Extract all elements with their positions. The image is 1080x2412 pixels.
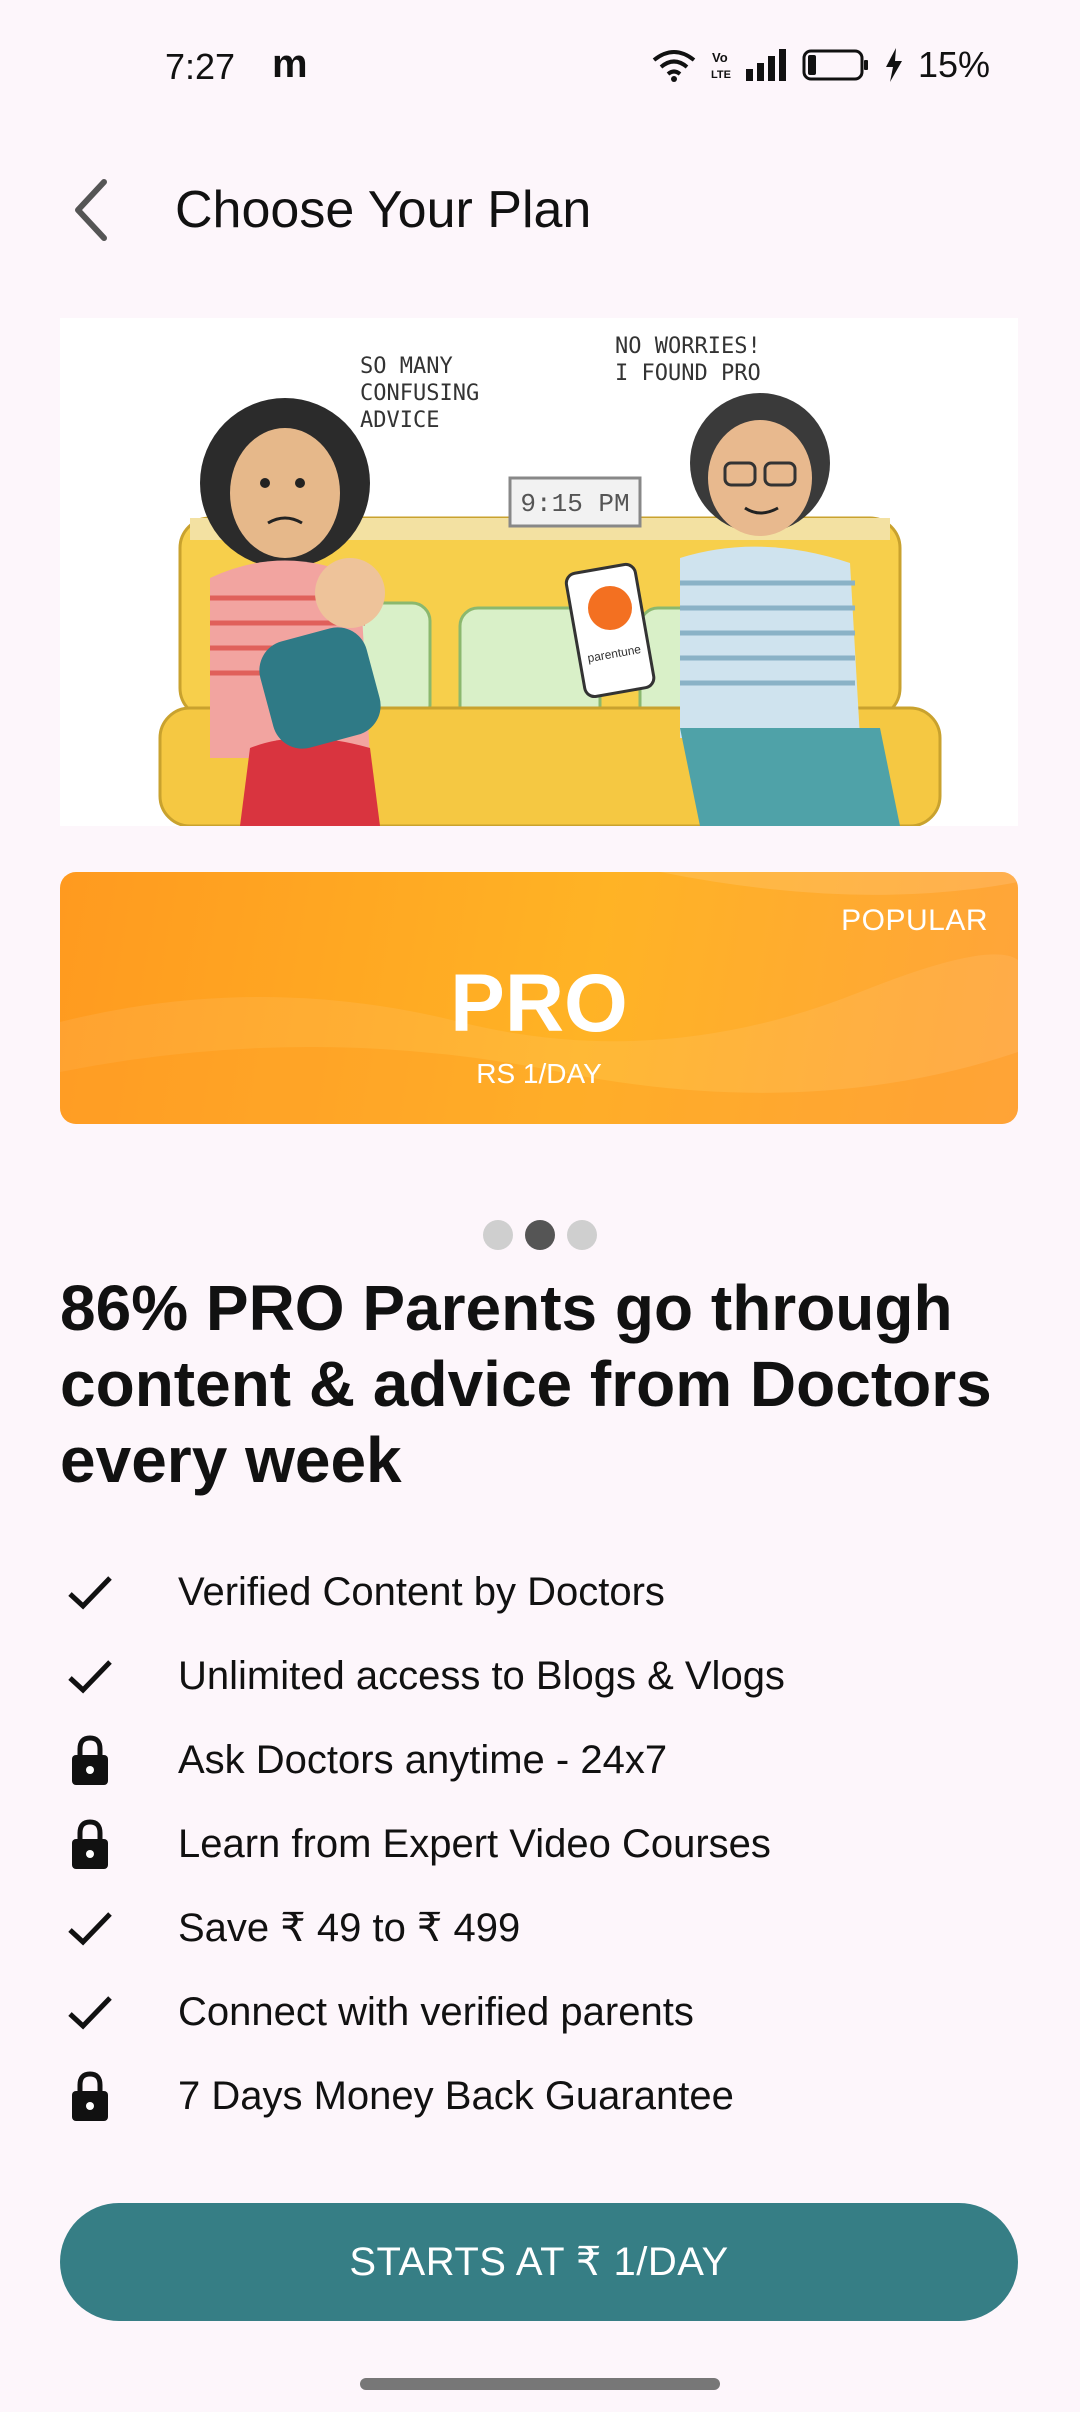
lock-icon (60, 1814, 120, 1874)
speech-left-line-3: ADVICE (360, 408, 439, 433)
check-icon (60, 1898, 120, 1958)
speech-right-line-1: NO WORRIES! (615, 334, 761, 359)
feature-item: Unlimited access to Blogs & Vlogs (60, 1634, 1020, 1718)
feature-label: Unlimited access to Blogs & Vlogs (178, 1653, 785, 1698)
page-title: Choose Your Plan (175, 181, 592, 239)
charging-icon (884, 48, 904, 82)
plan-price: RS 1/DAY (476, 1058, 602, 1089)
feature-label: Connect with verified parents (178, 1989, 694, 2034)
feature-label: 7 Days Money Back Guarantee (178, 2073, 734, 2118)
feature-item: Verified Content by Doctors (60, 1550, 1020, 1634)
feature-item: Connect with verified parents (60, 1970, 1020, 2054)
feature-list: Verified Content by Doctors Unlimited ac… (60, 1550, 1020, 2138)
clock-text: 9:15 PM (520, 489, 629, 519)
carousel-dot-3[interactable] (567, 1220, 597, 1250)
feature-item: Learn from Expert Video Courses (60, 1802, 1020, 1886)
speech-left-line-2: CONFUSING (360, 381, 479, 406)
lock-icon (60, 2066, 120, 2126)
plan-headline: 86% PRO Parents go through content & adv… (60, 1272, 992, 1496)
feature-item: Ask Doctors anytime - 24x7 (60, 1718, 1020, 1802)
top-app-bar: Choose Your Plan (0, 160, 1080, 260)
back-button[interactable] (55, 170, 125, 250)
check-icon (60, 1982, 120, 2042)
feature-item: Save ₹ 49 to ₹ 499 (60, 1886, 1020, 1970)
carousel-indicator (0, 1220, 1080, 1250)
popular-badge: POPULAR (841, 904, 988, 937)
start-plan-button[interactable]: STARTS AT ₹ 1/DAY (60, 2203, 1018, 2321)
plan-name: PRO (450, 958, 628, 1049)
chevron-left-icon (75, 179, 107, 241)
home-indicator[interactable] (360, 2378, 720, 2390)
volte-icon: Vo LTE (710, 48, 732, 82)
battery-icon (802, 49, 870, 81)
wifi-icon (652, 48, 696, 82)
status-time: 7:27 (165, 46, 236, 87)
feature-label: Verified Content by Doctors (178, 1569, 665, 1614)
feature-label: Learn from Expert Video Courses (178, 1821, 771, 1866)
speech-right-line-2: I FOUND PRO (615, 361, 761, 386)
carousel-dot-1[interactable] (483, 1220, 513, 1250)
check-icon (60, 1562, 120, 1622)
pro-plan-card[interactable]: POPULAR PRO RS 1/DAY (60, 872, 1018, 1124)
hero-illustration: 9:15 PM parentune SO MANY CONFUSING ADVI… (60, 318, 1018, 826)
feature-label: Ask Doctors anytime - 24x7 (178, 1737, 668, 1782)
feature-item: 7 Days Money Back Guarantee (60, 2054, 1020, 2138)
status-bar: 7:27 m Vo LTE 15% (0, 0, 1080, 140)
svg-text:LTE: LTE (711, 69, 731, 81)
app-indicator: m (272, 42, 308, 86)
speech-left-line-1: SO MANY (360, 354, 453, 379)
check-icon (60, 1646, 120, 1706)
battery-percent: 15% (917, 44, 990, 85)
svg-text:Vo: Vo (712, 50, 728, 65)
carousel-dot-2-active[interactable] (525, 1220, 555, 1250)
feature-label: Save ₹ 49 to ₹ 499 (178, 1906, 521, 1950)
status-icons: Vo LTE 15% (652, 44, 990, 86)
lock-icon (60, 1730, 120, 1790)
signal-icon (745, 49, 788, 81)
